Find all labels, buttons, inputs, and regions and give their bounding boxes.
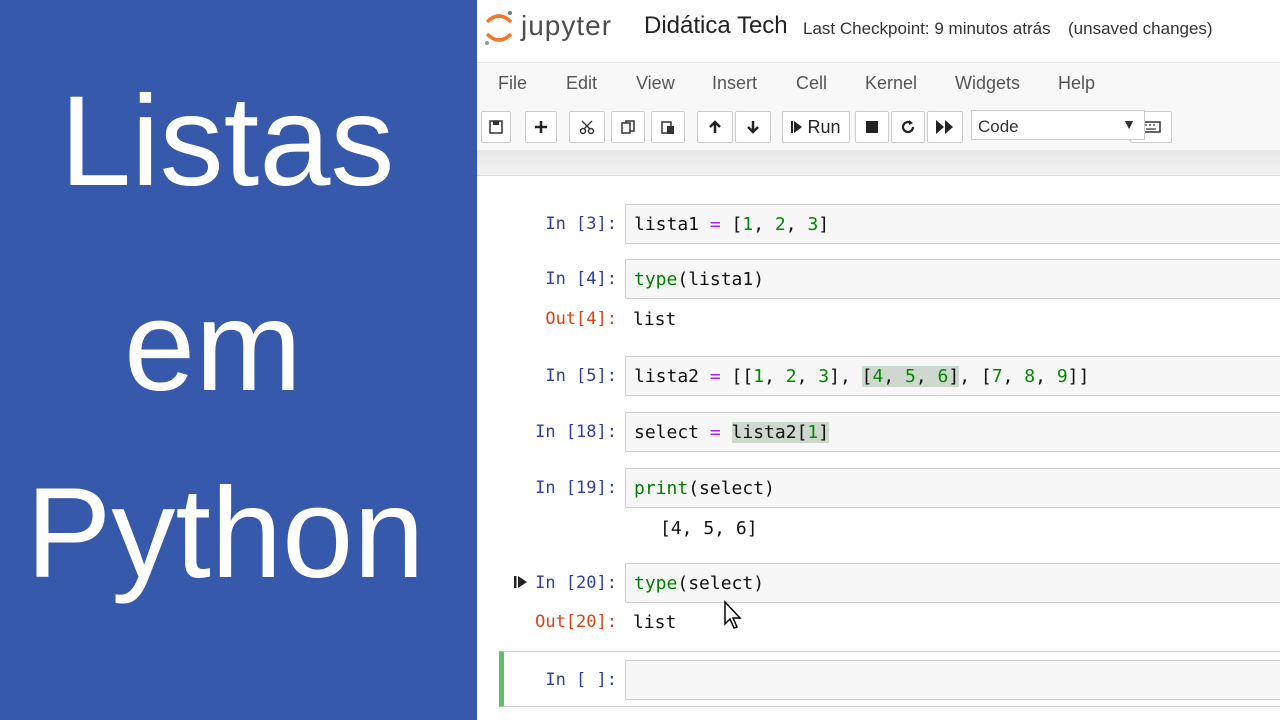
plus-icon: [535, 121, 547, 133]
code-cell[interactable]: type(select): [625, 563, 1280, 603]
code-cell[interactable]: print(select): [625, 468, 1280, 508]
copy-button[interactable]: [611, 111, 645, 143]
cell-code[interactable]: type(lista1): [634, 269, 764, 290]
cell-type-select[interactable]: Code ▼: [971, 110, 1145, 140]
menu-insert[interactable]: Insert: [712, 73, 757, 94]
cut-icon: [579, 120, 595, 135]
menu-help[interactable]: Help: [1058, 73, 1095, 94]
chevron-down-icon: ▼: [1122, 116, 1136, 132]
code-text: type(select): [634, 573, 765, 594]
save-button[interactable]: [481, 111, 511, 143]
stop-button[interactable]: [855, 111, 889, 143]
checkpoint-status: Last Checkpoint: 9 minutos atrás: [803, 19, 1051, 38]
arrow-up-icon: [709, 120, 721, 133]
add-cell-button[interactable]: [525, 111, 557, 143]
cell-code[interactable]: lista2 = [[1, 2, 3], [4, 5, 6], [7, 8, 9…: [634, 366, 1089, 387]
menu-file[interactable]: File: [498, 73, 527, 94]
move-up-button[interactable]: [697, 111, 733, 143]
notebook-name[interactable]: Didática Tech: [644, 12, 788, 40]
title-line-2: em: [124, 275, 302, 418]
cell-prompt: In [18]:: [535, 422, 617, 442]
brand-name[interactable]: jupyter: [521, 10, 612, 42]
cell-prompt: In [ ]:: [545, 670, 617, 690]
paste-icon: [661, 121, 674, 134]
menu-bar: File Edit View Insert Cell Kernel Widget…: [477, 62, 1280, 102]
toolbar: Run: [477, 102, 1280, 150]
cell-prompt: In [3]:: [545, 214, 617, 234]
code-cell[interactable]: lista1 = [1, 2, 3]: [625, 204, 1280, 244]
title-line-1: Listas: [60, 70, 395, 213]
code-text: type(lista1): [634, 269, 765, 290]
code-text: print(select): [634, 478, 775, 499]
paste-button[interactable]: [651, 111, 685, 143]
copy-icon: [621, 120, 635, 134]
cut-button[interactable]: [569, 111, 605, 143]
running-marker-icon: [514, 576, 527, 588]
code-cell[interactable]: select = lista2[1]: [625, 412, 1280, 452]
code-text: select = lista2[1]: [634, 422, 830, 443]
code-cell[interactable]: lista2 = [[1, 2, 3], [4, 5, 6], [7, 8, 9…: [625, 356, 1280, 396]
menu-edit[interactable]: Edit: [566, 73, 597, 94]
run-button[interactable]: Run: [782, 111, 850, 143]
header-shadow: [477, 150, 1280, 176]
mouse-cursor-icon: [724, 600, 742, 629]
notebook-header: jupyter Didática Tech Last Checkpoint: 9…: [477, 0, 1280, 56]
move-down-button[interactable]: [735, 111, 771, 143]
notebook-cells: In [3]: lista1 = [1, 2, 3] In [4]: type(…: [477, 176, 1280, 720]
stop-icon: [866, 121, 878, 133]
cell-prompt: In [5]:: [545, 366, 617, 386]
unsaved-status: (unsaved changes): [1068, 19, 1213, 38]
jupyter-notebook: jupyter Didática Tech Last Checkpoint: 9…: [477, 0, 1280, 720]
fast-forward-icon: [936, 120, 953, 134]
cell-code[interactable]: print(select): [634, 478, 775, 499]
output-prompt: Out[4]:: [545, 309, 617, 329]
code-cell[interactable]: type(lista1): [625, 259, 1280, 299]
code-text: lista2 = [[1, 2, 3], [4, 5, 6], [7, 8, 9…: [634, 366, 1090, 387]
cell-output: list: [633, 309, 677, 330]
output-prompt: Out[20]:: [535, 612, 617, 632]
run-label: Run: [807, 116, 841, 137]
menu-view[interactable]: View: [636, 73, 675, 94]
cell-output: [4, 5, 6]: [660, 518, 758, 539]
menu-cell[interactable]: Cell: [796, 73, 827, 94]
cell-prompt: In [4]:: [545, 269, 617, 289]
cell-prompt: In [19]:: [535, 478, 617, 498]
title-line-3: Python: [26, 462, 425, 605]
run-icon: [791, 121, 803, 133]
menu-kernel[interactable]: Kernel: [865, 73, 917, 94]
cell-code[interactable]: type(select): [634, 573, 764, 594]
menu-widgets[interactable]: Widgets: [955, 73, 1020, 94]
restart-button[interactable]: [891, 111, 925, 143]
cell-code[interactable]: select = lista2[1]: [634, 422, 830, 443]
jupyter-logo-icon[interactable]: [483, 8, 515, 48]
cell-prompt: In [20]:: [535, 573, 617, 593]
run-all-button[interactable]: [927, 111, 963, 143]
restart-icon: [901, 120, 915, 134]
code-text: lista1 = [1, 2, 3]: [634, 214, 830, 235]
title-panel: Listas em Python: [0, 0, 477, 720]
cell-output: list: [633, 612, 677, 633]
cell-type-value: Code: [978, 117, 1019, 136]
save-icon: [489, 120, 503, 134]
arrow-down-icon: [747, 121, 759, 134]
empty-code-cell[interactable]: [625, 660, 1280, 700]
cell-code[interactable]: lista1 = [1, 2, 3]: [634, 214, 829, 235]
